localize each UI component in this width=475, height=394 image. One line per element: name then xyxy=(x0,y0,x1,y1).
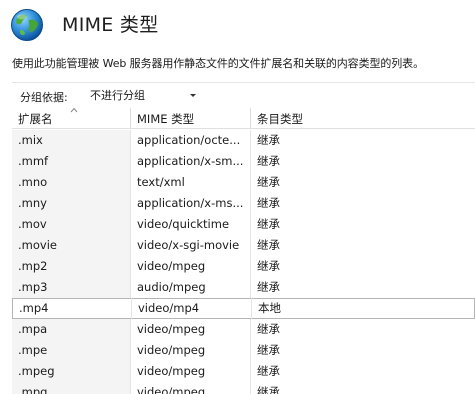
extension-cell: .mpeg xyxy=(12,361,131,382)
mime-type-cell: video/x-sgi-movie xyxy=(131,235,251,256)
extension-cell: .mmf xyxy=(12,151,131,172)
mime-type-cell: video/mp4 xyxy=(132,298,252,319)
mime-type-cell: video/mpeg xyxy=(131,361,251,382)
entry-type-cell: 继承 xyxy=(257,154,280,168)
entry-type-cell: 本地 xyxy=(258,301,281,315)
mime-type-cell: video/mpeg xyxy=(131,319,251,340)
mime-type-cell: video/mpeg xyxy=(131,340,251,361)
extension-cell: .mpa xyxy=(12,319,131,340)
table-row[interactable]: .mny application/x-ms... 继承 xyxy=(12,193,475,214)
extension-cell: .mix xyxy=(12,130,131,151)
mime-type-cell: video/quicktime xyxy=(131,214,251,235)
mime-types-list[interactable]: 扩展名 MIME 类型 条目类型 .mix application/octe..… xyxy=(12,108,475,394)
column-header-label: MIME 类型 xyxy=(137,112,195,126)
entry-type-cell: 继承 xyxy=(257,259,280,273)
list-rows: .mix application/octe... 继承 .mmf applica… xyxy=(12,130,475,394)
extension-cell: .movie xyxy=(12,235,131,256)
table-row[interactable]: .mp3 audio/mpeg 继承 xyxy=(12,277,475,298)
extension-cell: .mpe xyxy=(12,340,131,361)
group-by-toolbar: 分组依据: 不进行分组 xyxy=(12,82,475,107)
extension-cell: .mp3 xyxy=(12,277,131,298)
entry-type-cell: 继承 xyxy=(257,280,280,294)
page-header: MIME 类型 xyxy=(0,0,475,52)
group-by-dropdown[interactable]: 不进行分组 xyxy=(82,85,202,105)
extension-cell: .mov xyxy=(12,214,131,235)
table-row[interactable]: .mix application/octe... 继承 xyxy=(12,130,475,151)
column-header-entry-type[interactable]: 条目类型 xyxy=(251,108,475,129)
mime-type-cell: video/mpeg xyxy=(131,256,251,277)
column-header-label: 条目类型 xyxy=(257,112,303,126)
entry-type-cell: 继承 xyxy=(257,238,280,252)
group-by-label: 分组依据: xyxy=(20,91,68,104)
table-row[interactable]: .mno text/xml 继承 xyxy=(12,172,475,193)
entry-type-cell: 继承 xyxy=(257,385,280,394)
table-row[interactable]: .mpe video/mpeg 继承 xyxy=(12,340,475,361)
entry-type-cell: 继承 xyxy=(257,196,280,210)
extension-cell: .mp4 xyxy=(13,298,132,319)
mime-type-cell: application/x-sm... xyxy=(131,151,251,172)
entry-type-cell: 继承 xyxy=(257,175,280,189)
column-header-label: 扩展名 xyxy=(18,112,53,126)
table-row[interactable]: .mov video/quicktime 继承 xyxy=(12,214,475,235)
mime-type-cell: application/octe... xyxy=(131,130,251,151)
extension-cell: .mno xyxy=(12,172,131,193)
group-by-value: 不进行分组 xyxy=(90,89,145,102)
entry-type-cell: 继承 xyxy=(257,217,280,231)
list-header: 扩展名 MIME 类型 条目类型 xyxy=(12,108,475,130)
dropdown-arrow-icon xyxy=(190,94,196,97)
mime-type-cell: video/mpeg xyxy=(131,382,251,394)
table-row[interactable]: .movie video/x-sgi-movie 继承 xyxy=(12,235,475,256)
table-row[interactable]: .mpa video/mpeg 继承 xyxy=(12,319,475,340)
page-title: MIME 类型 xyxy=(62,14,159,36)
mime-type-cell: text/xml xyxy=(131,172,251,193)
table-row[interactable]: .mpeg video/mpeg 继承 xyxy=(12,361,475,382)
sort-ascending-icon xyxy=(70,108,78,113)
table-row-selected[interactable]: .mp4 video/mp4 本地 xyxy=(12,298,475,319)
column-header-extension[interactable]: 扩展名 xyxy=(12,108,131,129)
column-header-mime-type[interactable]: MIME 类型 xyxy=(131,108,251,129)
globe-icon xyxy=(11,9,43,41)
mime-type-cell: application/x-ms... xyxy=(131,193,251,214)
extension-cell: .mny xyxy=(12,193,131,214)
table-row[interactable]: .mpg video/mpeg 继承 xyxy=(12,382,475,394)
page-description: 使用此功能管理被 Web 服务器用作静态文件的文件扩展名和关联的内容类型的列表。 xyxy=(12,57,424,70)
entry-type-cell: 继承 xyxy=(257,364,280,378)
extension-cell: .mpg xyxy=(12,382,131,394)
table-row[interactable]: .mmf application/x-sm... 继承 xyxy=(12,151,475,172)
entry-type-cell: 继承 xyxy=(257,322,280,336)
entry-type-cell: 继承 xyxy=(257,133,280,147)
table-row[interactable]: .mp2 video/mpeg 继承 xyxy=(12,256,475,277)
extension-cell: .mp2 xyxy=(12,256,131,277)
mime-type-cell: audio/mpeg xyxy=(131,277,251,298)
entry-type-cell: 继承 xyxy=(257,343,280,357)
